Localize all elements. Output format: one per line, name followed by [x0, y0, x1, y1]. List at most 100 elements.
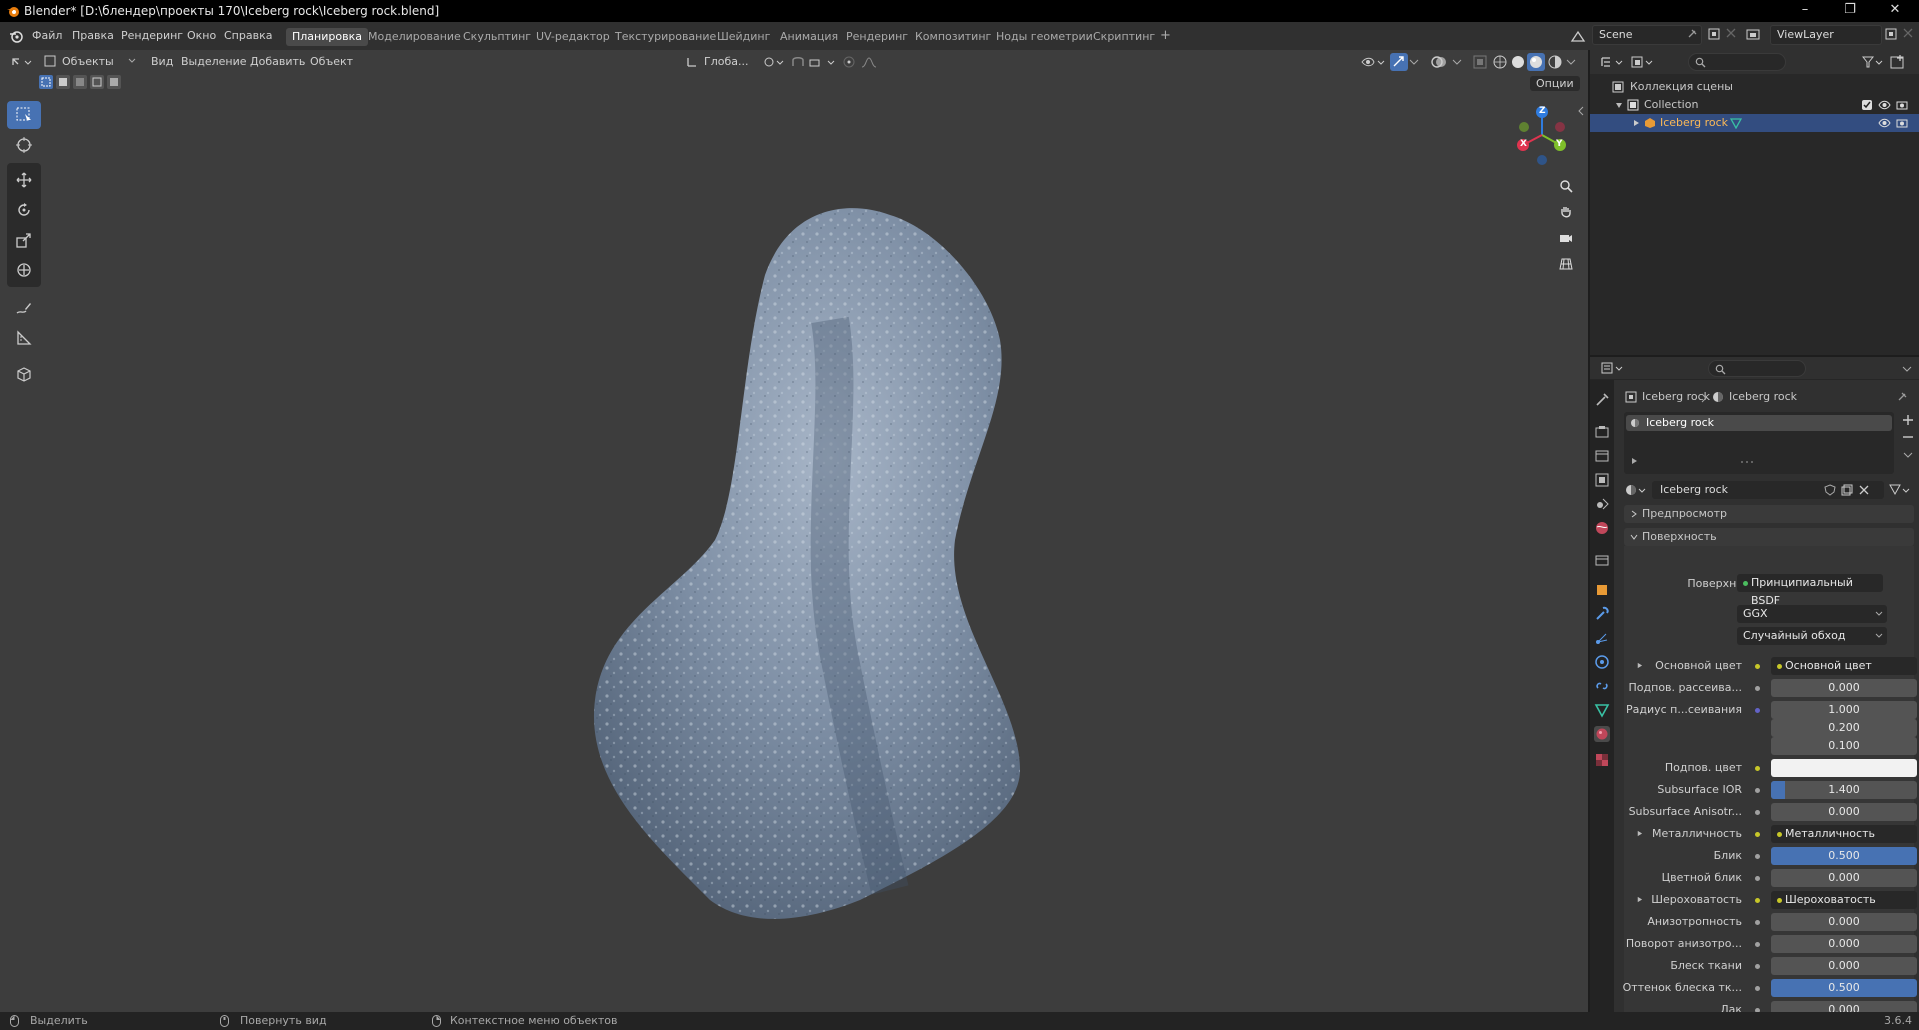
- tab-animation[interactable]: Анимация: [774, 28, 844, 46]
- menu-add[interactable]: Добавить: [250, 55, 305, 68]
- input-socket-icon[interactable]: [1755, 898, 1760, 903]
- outliner-search-input[interactable]: [1688, 53, 1786, 71]
- eye-icon[interactable]: [1878, 117, 1891, 129]
- input-socket-icon[interactable]: [1755, 664, 1760, 669]
- numeric-input-field[interactable]: 0.500: [1771, 847, 1917, 865]
- scene-icon[interactable]: [1570, 29, 1586, 43]
- pivot-point-icon[interactable]: [762, 55, 784, 69]
- output-tab-icon[interactable]: [1594, 448, 1610, 464]
- visibility-selectability-icon[interactable]: [1360, 55, 1386, 69]
- editor-type-icon[interactable]: [10, 55, 32, 69]
- measure-tool[interactable]: [7, 324, 41, 352]
- maximize-button[interactable]: ❐: [1830, 2, 1870, 20]
- wireframe-shading-icon[interactable]: [1492, 54, 1508, 70]
- surface-shader-field[interactable]: Принципиальный BSDF: [1737, 574, 1883, 607]
- snap-target-icon[interactable]: [808, 55, 836, 69]
- pan-view-button[interactable]: [1554, 200, 1578, 224]
- numeric-input-field[interactable]: 0.000: [1771, 957, 1917, 975]
- delete-scene-icon[interactable]: [1725, 27, 1737, 39]
- new-scene-icon[interactable]: [1707, 27, 1721, 41]
- iceberg-rock-mesh[interactable]: [590, 160, 1140, 980]
- tab-layout[interactable]: Планировка: [286, 28, 368, 46]
- rotate-tool[interactable]: [7, 196, 41, 224]
- menu-help[interactable]: Справка: [224, 29, 272, 42]
- delete-view-layer-icon[interactable]: [1902, 27, 1914, 39]
- input-socket-icon[interactable]: [1755, 942, 1760, 947]
- collapse-sidebar-icon[interactable]: [1577, 106, 1585, 116]
- select-mode-icons[interactable]: [38, 74, 124, 90]
- duplicate-material-icon[interactable]: [1841, 484, 1853, 496]
- camera-view-button[interactable]: [1554, 226, 1578, 250]
- render-camera-icon[interactable]: [1896, 99, 1908, 111]
- input-socket-icon[interactable]: [1755, 810, 1760, 815]
- input-socket-icon[interactable]: [1755, 708, 1760, 713]
- outliner-row-scene-collection[interactable]: Коллекция сцены: [1590, 78, 1919, 96]
- minimize-button[interactable]: –: [1785, 2, 1825, 20]
- numeric-input-field[interactable]: 1.400: [1771, 781, 1917, 799]
- gizmo-toggle-icon[interactable]: [1390, 53, 1408, 71]
- tab-uv-editing[interactable]: UV-редактор: [530, 28, 616, 46]
- unlink-material-icon[interactable]: [1858, 484, 1870, 496]
- eye-icon[interactable]: [1878, 99, 1891, 111]
- display-mode-icon[interactable]: [1630, 55, 1654, 69]
- numeric-input-field[interactable]: 0.500: [1771, 979, 1917, 997]
- filter-icon[interactable]: [1862, 55, 1884, 69]
- fake-user-shield-icon[interactable]: [1824, 484, 1836, 496]
- menu-view[interactable]: Вид: [151, 55, 173, 68]
- tab-geometry-nodes[interactable]: Ноды геометрии: [990, 28, 1099, 46]
- tab-texture-paint[interactable]: Текстурирование: [609, 28, 722, 46]
- tab-scripting[interactable]: Скриптинг: [1087, 28, 1161, 46]
- scale-tool[interactable]: [7, 226, 41, 254]
- rendered-shading-icon[interactable]: [1547, 54, 1563, 70]
- distribution-dropdown[interactable]: GGX: [1737, 605, 1887, 623]
- numeric-input-field[interactable]: 0.000: [1771, 679, 1917, 697]
- disclosure-triangle-right-icon[interactable]: [1632, 119, 1640, 127]
- numeric-input-field[interactable]: 0.000: [1771, 869, 1917, 887]
- xray-toggle-icon[interactable]: [1472, 54, 1488, 70]
- chevron-down-icon[interactable]: [1409, 58, 1419, 66]
- preview-panel-header[interactable]: Предпросмотр: [1624, 505, 1914, 523]
- numeric-input-field[interactable]: 0.000: [1771, 803, 1917, 821]
- move-tool[interactable]: [7, 166, 41, 194]
- outliner-row-iceberg-rock[interactable]: Iceberg rock: [1590, 114, 1919, 132]
- add-cube-tool[interactable]: [7, 360, 41, 388]
- tab-rendering[interactable]: Рендеринг: [840, 28, 914, 46]
- view-layer-icon[interactable]: [1745, 28, 1763, 42]
- tool-tab-icon[interactable]: [1594, 392, 1610, 408]
- material-link-mode-icon[interactable]: [1888, 483, 1912, 497]
- numeric-input-field[interactable]: 0.100: [1771, 737, 1917, 755]
- physics-tab-icon[interactable]: [1594, 654, 1610, 670]
- linked-input-field[interactable]: Шероховатость: [1771, 891, 1917, 909]
- new-collection-icon[interactable]: [1890, 54, 1906, 70]
- subsurface-color-swatch[interactable]: [1771, 759, 1917, 777]
- menu-edit[interactable]: Правка: [72, 29, 114, 42]
- input-socket-icon[interactable]: [1755, 686, 1760, 691]
- select-box-tool[interactable]: [7, 101, 41, 129]
- proportional-edit-icon[interactable]: [842, 55, 856, 69]
- cursor-tool[interactable]: [7, 131, 41, 159]
- perspective-toggle-button[interactable]: [1554, 252, 1578, 276]
- menu-select[interactable]: Выделение: [181, 55, 247, 68]
- outliner-row-collection[interactable]: Collection: [1590, 96, 1919, 114]
- chevron-down-icon[interactable]: [1452, 58, 1462, 66]
- add-slot-icon[interactable]: [1901, 413, 1915, 427]
- outliner-editor-type-icon[interactable]: [1600, 55, 1624, 69]
- tab-compositing[interactable]: Композитинг: [909, 28, 997, 46]
- numeric-input-field[interactable]: 0.200: [1771, 719, 1917, 737]
- input-socket-icon[interactable]: [1755, 920, 1760, 925]
- pin-icon[interactable]: [1896, 391, 1908, 403]
- tab-shading[interactable]: Шейдинг: [711, 28, 776, 46]
- input-socket-icon[interactable]: [1755, 986, 1760, 991]
- world-tab-icon[interactable]: [1594, 520, 1610, 536]
- linked-input-field[interactable]: Металличность: [1771, 825, 1917, 843]
- material-tab-icon[interactable]: [1594, 726, 1610, 742]
- blender-menu-icon[interactable]: [9, 29, 23, 43]
- disclosure-triangle-right-icon[interactable]: [1636, 830, 1643, 837]
- close-button[interactable]: ✕: [1875, 2, 1915, 20]
- surface-panel-header[interactable]: Поверхность: [1624, 528, 1914, 546]
- mesh-data-icon[interactable]: [1730, 117, 1742, 129]
- transform-tool[interactable]: [7, 256, 41, 284]
- collection-tab-icon[interactable]: [1594, 552, 1610, 568]
- render-tab-icon[interactable]: [1594, 424, 1610, 440]
- material-slot-row[interactable]: Iceberg rock: [1626, 415, 1892, 431]
